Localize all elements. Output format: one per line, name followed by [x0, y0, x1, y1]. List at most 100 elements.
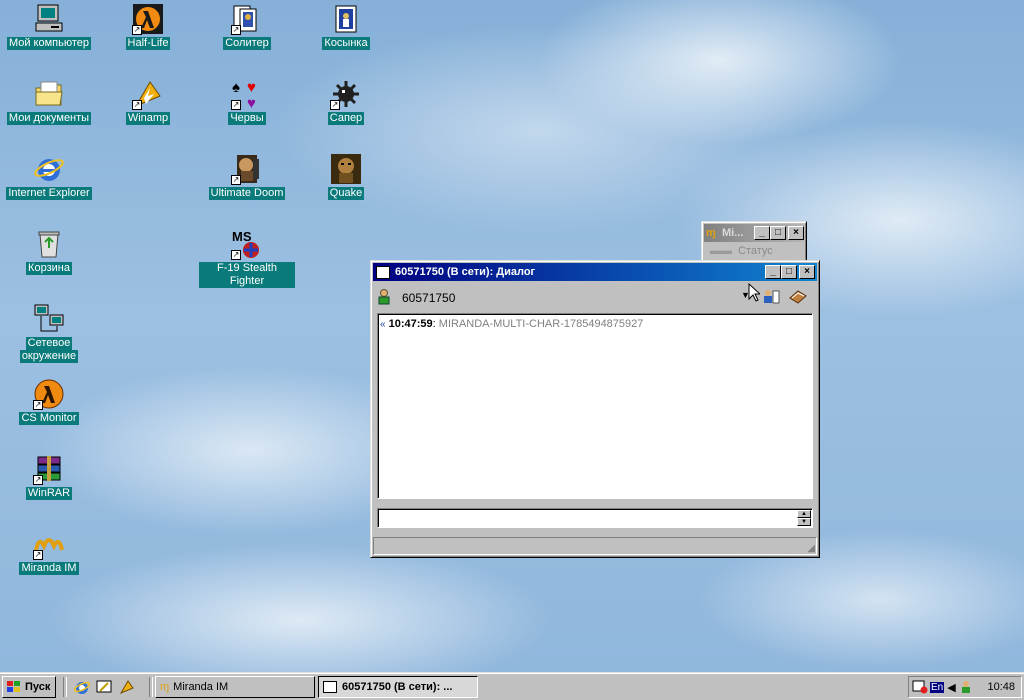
desktop-icon-f19[interactable]: MS ↗ F-19 Stealth Fighter: [199, 228, 295, 288]
resize-grip-icon[interactable]: ◢: [807, 543, 815, 554]
scroll-down-button[interactable]: ▼: [797, 518, 811, 526]
winamp-icon: ↗: [132, 78, 164, 110]
dialog-titlebar[interactable]: 60571750 (В сети): Диалог _ □ ×: [373, 263, 817, 281]
input-scrollbar[interactable]: ▲ ▼: [797, 510, 811, 526]
desktop-icon-winamp[interactable]: ↗ Winamp: [100, 78, 196, 125]
taskbar-button-dialog[interactable]: 60571750 (В сети): ...: [318, 676, 478, 698]
contact-name: 60571750: [402, 291, 456, 305]
maximize-button[interactable]: □: [781, 265, 797, 279]
shortcut-arrow-icon: ↗: [231, 100, 241, 110]
windows-logo-icon: [7, 681, 21, 693]
f19-ms-text: MS: [232, 229, 252, 244]
desktop-icon-internet-explorer[interactable]: Internet Explorer: [1, 153, 97, 200]
desktop-icon-cs-monitor[interactable]: ↗ CS Monitor: [1, 378, 97, 425]
shortcut-arrow-icon: ↗: [231, 175, 241, 185]
desktop-icon-label: Мой компьютер: [6, 37, 92, 50]
desktop-icon-winrar[interactable]: ↗ WinRAR: [1, 453, 97, 500]
miranda-main-title: Mi...: [722, 227, 744, 239]
desktop-icon-label: CS Monitor: [19, 412, 79, 425]
close-button[interactable]: ×: [799, 265, 815, 279]
desktop-icon-label: Half-Life: [125, 37, 171, 50]
minimize-button[interactable]: _: [754, 226, 770, 240]
desktop-icon-miranda[interactable]: ↗ Miranda IM: [1, 528, 97, 575]
shortcut-arrow-icon: ↗: [231, 25, 241, 35]
message-time: 10:47:59: [388, 318, 433, 330]
scheduler-tray-icon[interactable]: [912, 680, 928, 694]
message-input[interactable]: ▲ ▼: [377, 508, 813, 528]
half-life-icon: ↗: [132, 3, 164, 35]
internet-explorer-icon: [33, 153, 65, 185]
quick-launch-divider: [63, 677, 67, 697]
taskbar-button-miranda[interactable]: ɱ Miranda IM: [155, 676, 315, 698]
message-text: MIRANDA-MULTI-CHAR-1785494875927: [438, 318, 644, 330]
miranda-main-titlebar[interactable]: ɱ Mi... _ □ ×: [704, 224, 804, 242]
dialog-title-icon: [376, 265, 390, 279]
desktop-icon-label: Winamp: [125, 112, 171, 125]
desktop-quicklaunch-icon[interactable]: [96, 679, 112, 695]
message-entry: « 10:47:59: MIRANDA-MULTI-CHAR-178549487…: [380, 318, 643, 330]
desktop-icon-hearts[interactable]: ♠ ♥ ♥ ↗ Червы: [199, 78, 295, 125]
dialog-task-icon: [323, 681, 337, 693]
task-label: 60571750 (В сети): ...: [342, 681, 453, 693]
scroll-up-button[interactable]: ▲: [797, 510, 811, 518]
message-log[interactable]: « 10:47:59: MIRANDA-MULTI-CHAR-178549487…: [377, 313, 813, 499]
desktop-icon-label-line2: окружение: [19, 350, 79, 363]
system-tray: En ◀ 10:48: [908, 676, 1022, 698]
miranda-task-icon: ɱ: [160, 681, 170, 693]
miranda-main-window[interactable]: ɱ Mi... _ □ × ▬▬ Статус: [701, 221, 807, 263]
desktop-icon-label: Internet Explorer: [6, 187, 92, 200]
user-info-icon[interactable]: [762, 288, 780, 304]
desktop-icon-solitaire[interactable]: ↗ Солитер: [199, 3, 295, 50]
volume-tray-icon[interactable]: ◀: [947, 681, 959, 694]
miranda-status-bar[interactable]: ▬▬ Статус: [702, 244, 806, 258]
shortcut-arrow-icon: ↗: [132, 25, 142, 35]
svg-text:♠: ♠: [232, 79, 240, 96]
desktop-icon-my-computer[interactable]: Мой компьютер: [1, 3, 97, 50]
shortcut-arrow-icon: ↗: [33, 400, 43, 410]
desktop-icon-label: Сетевое: [25, 337, 73, 350]
miranda-tray-icon[interactable]: [960, 680, 972, 694]
minesweeper-icon: ↗: [330, 78, 362, 110]
desktop-icon-my-documents[interactable]: Мои документы: [1, 78, 97, 125]
taskbar: Пуск ɱ Miranda IM 60571750 (В сети): ...…: [0, 672, 1024, 700]
dialog-title: 60571750 (В сети): Диалог: [395, 266, 536, 278]
ie-quicklaunch-icon[interactable]: [73, 679, 91, 695]
svg-text:♥: ♥: [247, 79, 256, 96]
desktop-icon-ultimate-doom[interactable]: ↗ Ultimate Doom: [199, 153, 295, 200]
folder-icon: [33, 78, 65, 110]
status-icon: ▬▬: [710, 245, 732, 257]
contact-status-icon: [377, 289, 391, 305]
tasks-divider: [149, 677, 153, 697]
f19-icon: MS ↗: [231, 228, 263, 260]
desktop-icon-minesweeper[interactable]: ↗ Сапер: [298, 78, 394, 125]
winrar-icon: ↗: [33, 453, 65, 485]
status-label: Статус: [738, 245, 773, 257]
clock[interactable]: 10:48: [987, 681, 1015, 693]
desktop-icon-label: Miranda IM: [19, 562, 79, 575]
desktop-icon-spider-solitaire[interactable]: Косынка: [298, 3, 394, 50]
computer-icon: [33, 3, 65, 35]
desktop-icon-recycle-bin[interactable]: Корзина: [1, 228, 97, 275]
dialog-status-bar: ◢: [373, 537, 817, 555]
start-button[interactable]: Пуск: [2, 676, 56, 698]
recycle-bin-icon: [33, 228, 65, 260]
start-label: Пуск: [25, 681, 51, 693]
solitaire-icon: ↗: [231, 3, 263, 35]
minimize-button[interactable]: _: [765, 265, 781, 279]
task-label: Miranda IM: [173, 681, 229, 693]
shortcut-arrow-icon: ↗: [33, 550, 43, 560]
shortcut-arrow-icon: ↗: [33, 475, 43, 485]
incoming-message-icon: «: [380, 319, 386, 330]
history-book-icon[interactable]: [788, 288, 808, 304]
desktop-icon-half-life[interactable]: ↗ Half-Life: [100, 3, 196, 50]
language-indicator[interactable]: En: [930, 681, 945, 693]
desktop-icon-quake[interactable]: Quake: [298, 153, 394, 200]
maximize-button[interactable]: □: [770, 226, 786, 240]
close-button[interactable]: ×: [788, 226, 804, 240]
desktop-icon-label: Корзина: [26, 262, 72, 275]
winamp-quicklaunch-icon[interactable]: [119, 679, 135, 695]
svg-text:♥: ♥: [247, 95, 256, 110]
desktop-icon-network[interactable]: Сетевое окружение: [1, 303, 97, 363]
shortcut-arrow-icon: ↗: [231, 250, 241, 260]
network-icon: [33, 303, 65, 335]
